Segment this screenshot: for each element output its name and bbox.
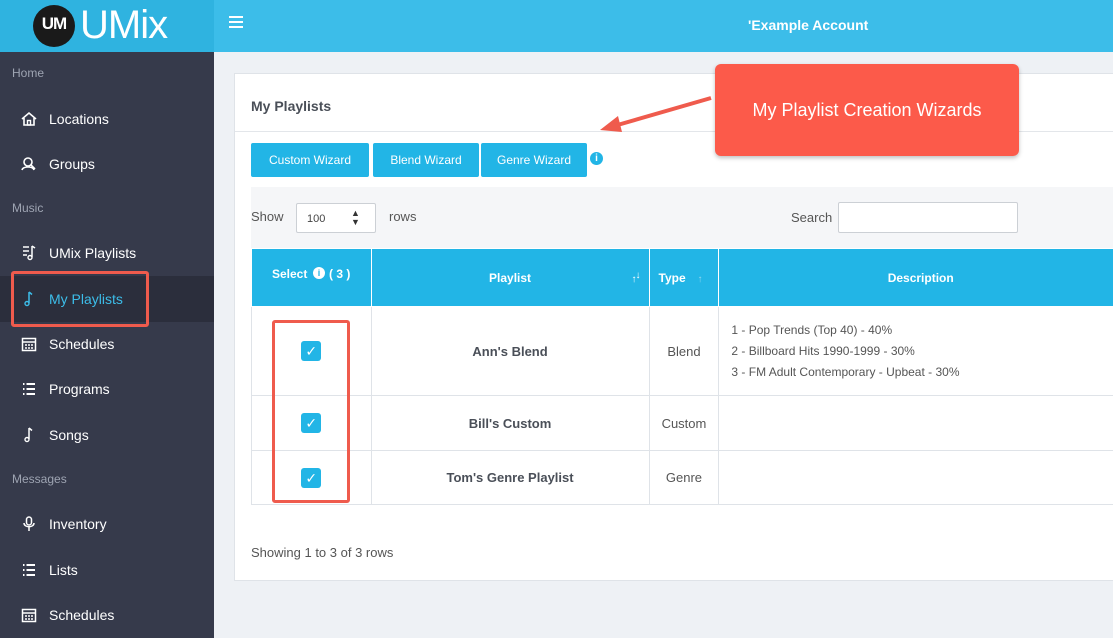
account-name[interactable]: 'Example Account [748,17,868,33]
top-header: UM UMix 'Example Account [0,0,1113,52]
table-row[interactable]: ✓ Bill's Custom Custom [251,395,1113,451]
sidebar-item-label: Songs [49,427,89,443]
table-row[interactable]: ✓ Tom's Genre Playlist Genre [251,450,1113,505]
sidebar-item-label: UMix Playlists [49,245,137,261]
sidebar-item-locations[interactable]: Locations [0,96,214,142]
playlist-description [718,395,1113,451]
custom-wizard-button[interactable]: Custom Wizard [251,143,369,177]
column-header-type[interactable]: Type ↑ [648,248,720,307]
pagination-info: Showing 1 to 3 of 3 rows [251,545,394,560]
sidebar-section-messages: Messages [12,472,67,486]
user-icon [21,157,36,171]
rows-per-page-value: 100 [307,213,326,225]
sidebar-item-programs[interactable]: Programs [0,366,214,412]
home-icon [21,111,37,126]
column-header-select[interactable]: Select i ( 3 ) [251,248,372,307]
music-note-icon [24,427,33,443]
description-line: 1 - Pop Trends (Top 40) - 40% [731,322,893,337]
rows-label: rows [389,209,417,224]
sidebar-item-message-schedules[interactable]: Schedules [0,592,214,638]
logo-badge: UM [33,5,75,47]
column-header-playlist[interactable]: Playlist ↑ ↓ [370,248,650,307]
description-header-label: Description [887,270,954,285]
info-icon[interactable]: i [313,267,325,279]
playlist-type: Blend [648,306,720,396]
menu-toggle-icon[interactable] [229,16,243,30]
sidebar-section-home: Home [12,66,45,80]
logo-badge-text: UM [41,14,67,33]
sidebar-item-label: Lists [49,562,78,578]
rows-per-page-select[interactable]: 100 ▲ ▼ [296,203,376,233]
sidebar-item-songs[interactable]: Songs [0,412,214,458]
sort-desc-icon: ↓ [635,270,641,281]
sidebar-item-label: Locations [49,111,109,127]
logo-text: UMix [80,3,168,47]
callout-wizards: My Playlist Creation Wizards [715,64,1019,156]
sort-arrows-icon: ▲ ▼ [351,208,360,227]
playlist-description: 1 - Pop Trends (Top 40) - 40% 2 - Billbo… [718,306,1113,396]
sidebar-item-lists[interactable]: Lists [0,547,214,593]
sidebar-item-schedules[interactable]: Schedules [0,321,214,367]
calendar-icon [21,608,37,623]
blend-wizard-button[interactable]: Blend Wizard [373,143,479,177]
select-header-label: Select [272,267,308,281]
sidebar-item-label: Groups [49,156,95,172]
calendar-icon [21,337,37,352]
column-header-description[interactable]: Description [718,248,1113,307]
type-header-label: Type [658,270,686,285]
sidebar-item-inventory[interactable]: Inventory [0,501,214,547]
description-line: 3 - FM Adult Contemporary - Upbeat - 30% [731,364,960,379]
sidebar-section-music: Music [12,201,44,215]
playlist-header-label: Playlist [489,270,532,285]
playlist-name[interactable]: Tom's Genre Playlist [370,450,650,505]
genre-wizard-button[interactable]: Genre Wizard [481,143,587,177]
callout-arrow-icon [600,96,712,132]
description-line: 2 - Billboard Hits 1990-1999 - 30% [731,343,915,358]
list-icon [23,564,35,576]
sort-icon[interactable]: ↑ [698,274,703,285]
selected-count: ( 3 ) [329,267,351,281]
music-list-icon [23,245,36,261]
sidebar-item-label: Schedules [49,607,115,623]
sidebar: Home Locations Groups Music UMix Playlis… [0,52,214,638]
playlist-description [718,450,1113,505]
highlight-box-my-playlists [11,271,149,327]
sidebar-item-label: Schedules [49,336,115,352]
sidebar-item-label: Inventory [49,516,107,532]
playlist-name[interactable]: Ann's Blend [370,306,650,396]
table-row[interactable]: ✓ Ann's Blend Blend 1 - Pop Trends (Top … [251,306,1113,396]
sidebar-item-label: Programs [49,381,110,397]
page-title: My Playlists [251,98,332,114]
info-icon[interactable]: i [590,152,603,165]
list-icon [23,383,35,395]
microphone-icon [23,516,35,531]
show-label: Show [251,209,284,224]
playlists-table: Select i ( 3 ) Playlist ↑ ↓ Type ↑ Descr… [251,248,1113,505]
playlist-type: Custom [648,395,720,451]
playlist-name[interactable]: Bill's Custom [370,395,650,451]
sidebar-item-groups[interactable]: Groups [0,141,214,187]
logo[interactable]: UM UMix [0,0,214,52]
sidebar-item-umix-playlists[interactable]: UMix Playlists [0,230,214,276]
highlight-box-checkboxes [272,320,350,503]
playlist-type: Genre [648,450,720,505]
search-input[interactable] [838,202,1018,233]
search-label: Search [791,210,833,225]
